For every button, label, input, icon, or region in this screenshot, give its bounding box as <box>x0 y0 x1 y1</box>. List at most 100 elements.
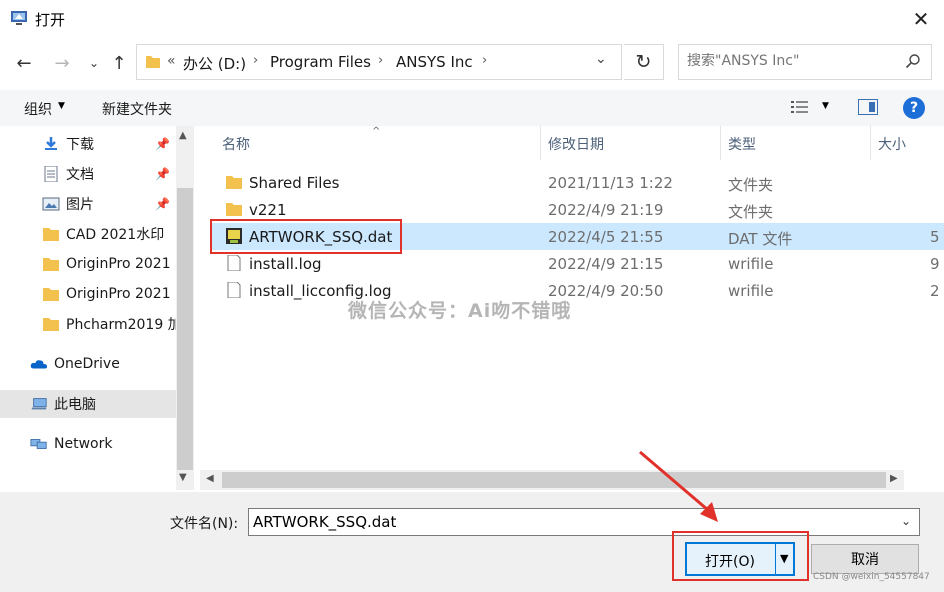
file-row[interactable]: install.log 2022/4/9 21:15 wrifile 9 <box>212 250 944 277</box>
column-header-type[interactable]: 类型 <box>728 134 756 154</box>
nav-item-cad-2021[interactable]: CAD 2021水印 <box>0 220 176 248</box>
folder-icon <box>43 318 59 331</box>
nav-item-this-pc[interactable]: 此电脑 <box>0 390 176 418</box>
nav-item-label: 此电脑 <box>54 397 96 413</box>
refresh-button[interactable]: ↻ <box>624 44 664 80</box>
nav-item-phcharm2019[interactable]: Phcharm2019 加 <box>0 310 176 338</box>
column-divider[interactable] <box>870 126 871 160</box>
folder-icon <box>43 228 59 241</box>
nav-scrollbar-thumb[interactable] <box>177 188 193 470</box>
address-overflow-chevron[interactable]: « <box>167 53 176 69</box>
window-title: 打开 <box>35 11 66 29</box>
nav-scrollbar[interactable]: ▲ ▼ <box>176 126 194 490</box>
nav-item-pictures[interactable]: 图片 📌 <box>0 190 176 218</box>
file-name: Shared Files <box>249 174 340 192</box>
breadcrumb-separator[interactable]: › <box>253 53 258 68</box>
filename-input[interactable] <box>253 513 893 531</box>
nav-item-originpro-2021-b[interactable]: OriginPro 2021 <box>0 280 176 308</box>
file-type: wrifile <box>728 282 774 300</box>
nav-item-label: 文档 <box>66 167 94 183</box>
breadcrumb-ansys-inc[interactable]: ANSYS Inc <box>396 53 473 71</box>
command-bar: 组织 ▼ 新建文件夹 ▼ ? <box>0 90 944 126</box>
search-box[interactable] <box>678 44 932 80</box>
scroll-down-icon[interactable]: ▼ <box>179 472 187 483</box>
network-icon <box>30 439 47 449</box>
file-type: wrifile <box>728 255 774 273</box>
text-file-icon <box>227 255 241 271</box>
horizontal-scrollbar[interactable]: ◀ ▶ <box>200 470 904 490</box>
sort-ascending-icon: ^ <box>372 126 381 137</box>
document-icon <box>44 166 58 182</box>
search-icon[interactable] <box>905 53 921 69</box>
new-folder-button[interactable]: 新建文件夹 <box>102 99 172 119</box>
preview-pane-icon[interactable] <box>858 99 878 115</box>
filename-combobox[interactable]: ⌄ <box>248 508 920 536</box>
text-file-icon <box>227 282 241 298</box>
folder-icon <box>146 56 160 68</box>
csdn-watermark: CSDN @weixin_54557847 <box>813 572 930 582</box>
breadcrumb-drive[interactable]: 办公 (D:) <box>183 53 246 74</box>
file-date: 2021/11/13 1:22 <box>548 174 673 192</box>
horizontal-scrollbar-thumb[interactable] <box>222 472 886 488</box>
open-button-annotation-box <box>672 531 809 581</box>
nav-item-downloads[interactable]: 下载 📌 <box>0 130 176 158</box>
search-input[interactable] <box>687 53 897 69</box>
cancel-button[interactable]: 取消 <box>811 544 919 574</box>
nav-item-label: Phcharm2019 加 <box>66 317 176 333</box>
file-date: 2022/4/5 21:55 <box>548 228 664 246</box>
view-caret-icon[interactable]: ▼ <box>822 101 829 111</box>
nav-item-label: 图片 <box>66 197 94 213</box>
folder-icon <box>43 288 59 301</box>
nav-item-onedrive[interactable]: OneDrive <box>0 350 176 378</box>
scroll-up-icon[interactable]: ▲ <box>179 130 187 141</box>
picture-icon <box>42 197 60 211</box>
organize-caret-icon[interactable]: ▼ <box>58 101 65 111</box>
file-date: 2022/4/9 21:15 <box>548 255 664 273</box>
title-bar: 打开 ✕ <box>0 0 944 38</box>
recent-locations-button[interactable]: ⌄ <box>82 50 106 76</box>
column-header-name[interactable]: 名称 <box>222 134 250 154</box>
view-options-icon[interactable] <box>790 99 810 115</box>
file-size: 9 <box>930 255 940 273</box>
pin-icon[interactable]: 📌 <box>155 197 170 211</box>
organize-button[interactable]: 组织 <box>24 99 52 119</box>
this-pc-icon <box>31 398 47 410</box>
scroll-left-icon[interactable]: ◀ <box>206 473 214 484</box>
column-header-date[interactable]: 修改日期 <box>548 134 604 154</box>
file-size: 2 <box>930 282 940 300</box>
close-button[interactable]: ✕ <box>906 6 936 32</box>
file-row[interactable]: Shared Files 2021/11/13 1:22 文件夹 <box>212 169 944 196</box>
filename-label: 文件名(N): <box>170 516 239 532</box>
scroll-right-icon[interactable]: ▶ <box>890 473 898 484</box>
breadcrumb-separator[interactable]: › <box>482 53 487 68</box>
nav-item-label: Network <box>54 436 113 452</box>
column-divider[interactable] <box>720 126 721 160</box>
app-icon <box>11 11 27 25</box>
folder-icon <box>226 203 242 216</box>
nav-item-documents[interactable]: 文档 📌 <box>0 160 176 188</box>
nav-item-originpro-2021[interactable]: OriginPro 2021 <box>0 250 176 278</box>
address-dropdown-button[interactable]: ⌄ <box>595 51 607 67</box>
column-header-size[interactable]: 大小 <box>878 134 906 154</box>
pin-icon[interactable]: 📌 <box>155 167 170 181</box>
watermark: 微信公众号：Ai吻不错哦 <box>348 300 572 322</box>
back-button[interactable]: ← <box>12 50 36 76</box>
file-size: 5 <box>930 228 940 246</box>
breadcrumb-program-files[interactable]: Program Files <box>270 53 371 71</box>
file-date: 2022/4/9 21:19 <box>548 201 664 219</box>
column-divider[interactable] <box>540 126 541 160</box>
nav-item-network[interactable]: Network <box>0 430 176 458</box>
help-icon[interactable]: ? <box>903 97 925 119</box>
chevron-down-icon[interactable]: ⌄ <box>901 514 911 528</box>
up-button[interactable]: ↑ <box>107 50 131 76</box>
file-name: v221 <box>249 201 287 219</box>
breadcrumb-separator[interactable]: › <box>378 53 383 68</box>
navigation-pane: 下载 📌 文档 📌 图片 📌 CAD 2021水印 OriginPro 2021… <box>0 126 198 490</box>
pin-icon[interactable]: 📌 <box>155 137 170 151</box>
forward-button[interactable]: → <box>50 50 74 76</box>
address-bar[interactable]: « 办公 (D:) › Program Files › ANSYS Inc › … <box>136 44 622 80</box>
file-row[interactable]: install_licconfig.log 2022/4/9 20:50 wri… <box>212 277 944 304</box>
file-type: 文件夹 <box>728 203 774 221</box>
download-icon <box>45 137 57 150</box>
onedrive-icon <box>30 360 48 369</box>
